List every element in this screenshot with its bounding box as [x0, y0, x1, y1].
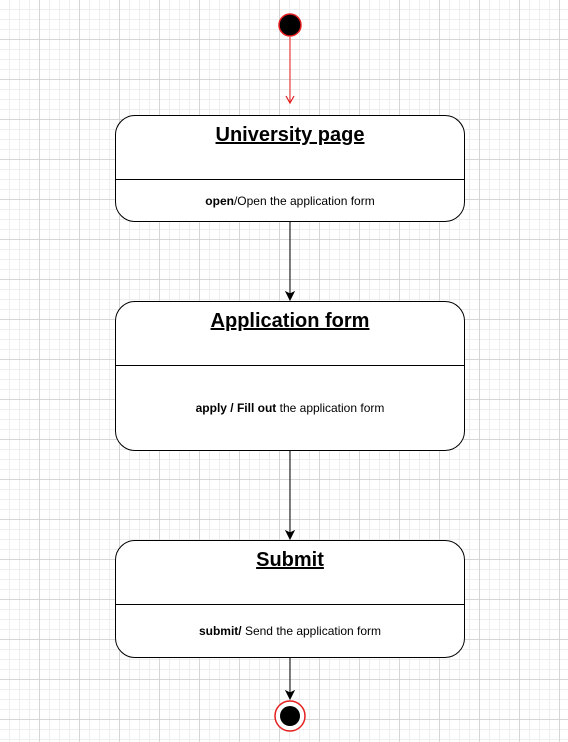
- action-text: /Open the application form: [233, 193, 375, 208]
- state-title: University page: [116, 116, 464, 180]
- state-application-form[interactable]: Application form apply / Fill out the ap…: [115, 301, 465, 451]
- final-state-node[interactable]: [274, 700, 306, 732]
- action-text: the application form: [276, 401, 385, 415]
- state-title: Application form: [116, 302, 464, 366]
- action-text: Send the application form: [241, 624, 382, 638]
- state-title: Submit: [116, 541, 464, 605]
- initial-state-node[interactable]: [278, 13, 302, 37]
- state-university-page[interactable]: University page open/Open the applicatio…: [115, 115, 465, 222]
- state-action: apply / Fill out the application form: [116, 366, 464, 450]
- state-action: submit/ Send the application form: [116, 605, 464, 657]
- state-action: open/Open the application form: [116, 180, 464, 221]
- state-submit[interactable]: Submit submit/ Send the application form: [115, 540, 465, 658]
- action-event: open: [205, 193, 234, 208]
- action-event: submit/: [198, 624, 242, 638]
- action-event: apply / Fill out: [195, 401, 277, 415]
